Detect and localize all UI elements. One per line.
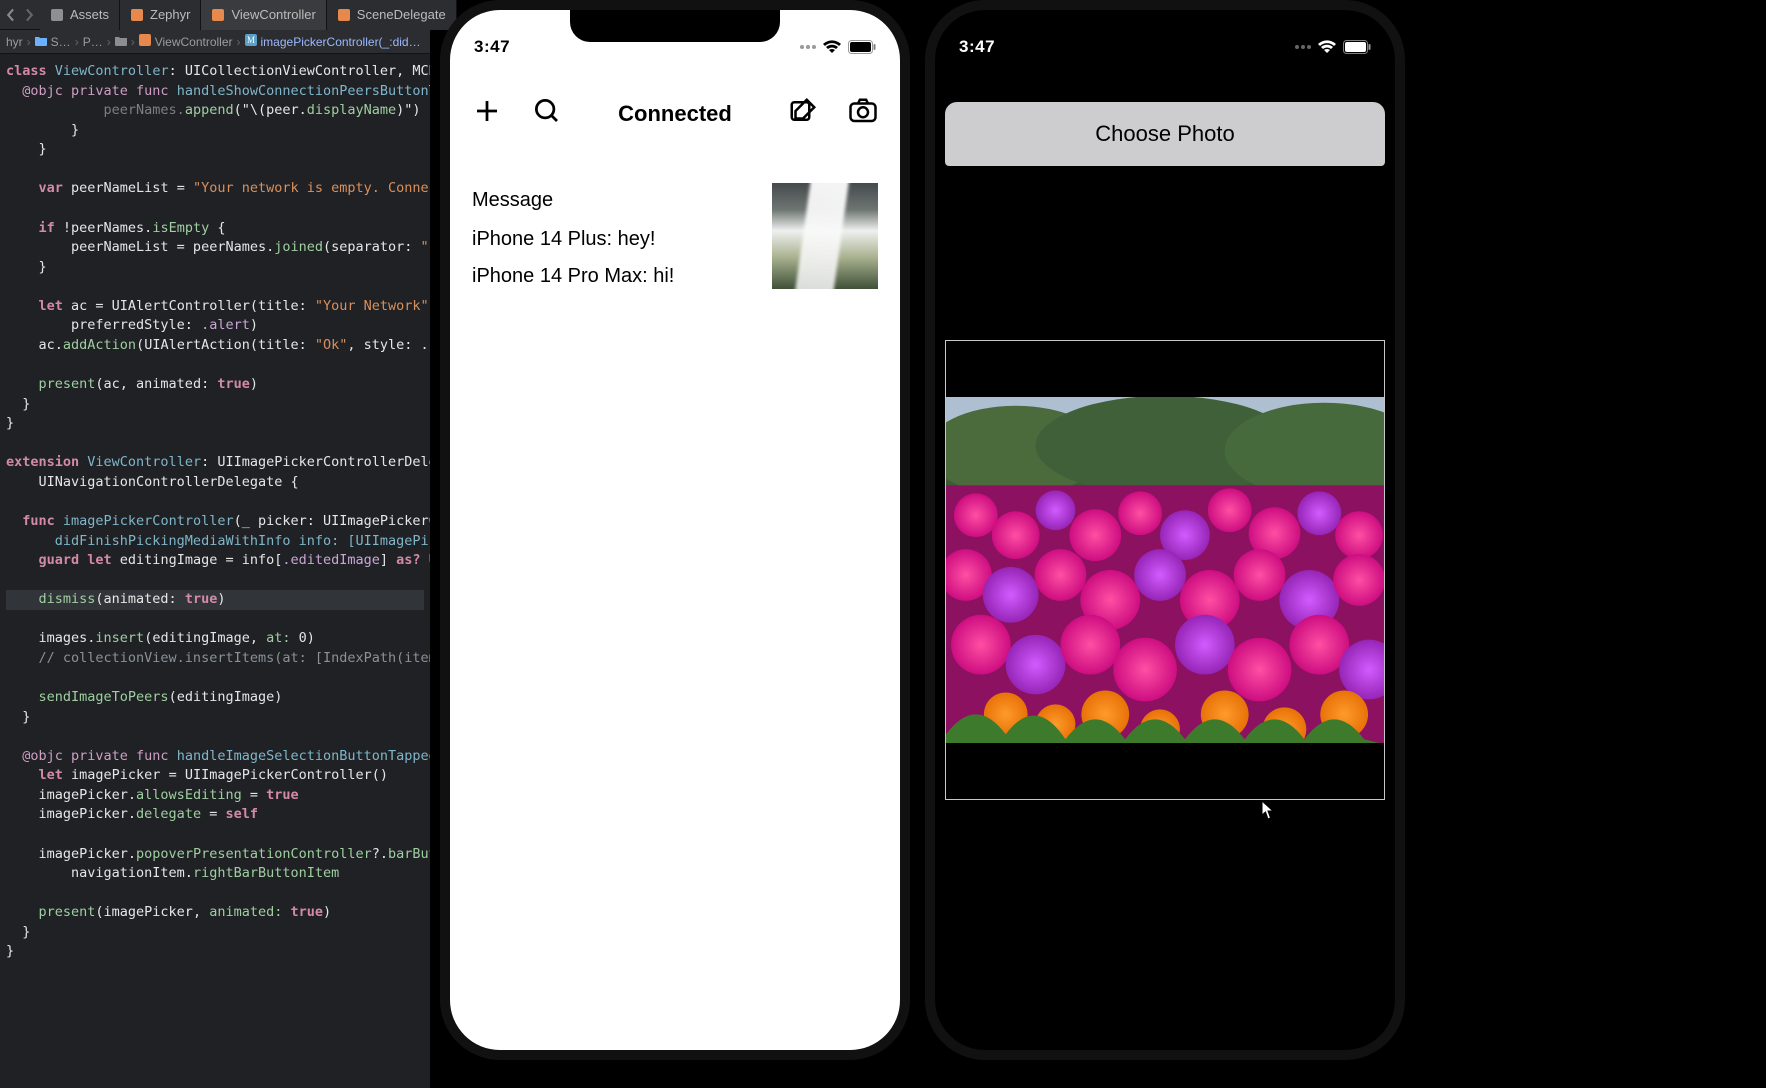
tab-viewcontroller[interactable]: ViewController	[201, 0, 326, 30]
status-icons	[1295, 40, 1371, 54]
simulator-phone-2: 3:47 Choose Photo	[925, 0, 1405, 1060]
swift-icon	[139, 34, 151, 49]
camera-icon[interactable]	[848, 96, 878, 131]
forward-icon[interactable]	[22, 8, 36, 22]
status-icons	[800, 40, 876, 54]
swift-icon	[211, 8, 225, 22]
breadcrumb-item[interactable]: hyr	[6, 35, 23, 49]
breadcrumb-item[interactable]: imagePickerController(_:did…	[261, 35, 421, 49]
status-time: 3:47	[474, 37, 510, 57]
swift-icon	[130, 8, 144, 22]
breadcrumb-item[interactable]: S…	[51, 35, 71, 49]
nav-title: Connected	[618, 101, 732, 127]
tab-zephyr[interactable]: Zephyr	[120, 0, 201, 30]
status-time: 3:47	[959, 37, 995, 57]
tab-assets[interactable]: Assets	[40, 0, 120, 30]
nav-bar: Connected	[450, 76, 900, 151]
phone-screen: 3:47 Choose Photo	[935, 10, 1395, 1050]
simulator-phone-1: 3:47	[440, 0, 910, 1060]
dynamic-island	[1090, 22, 1240, 56]
phone-screen: 3:47	[450, 10, 900, 1050]
breadcrumb-item[interactable]: ViewController	[155, 35, 233, 49]
message-content: Message iPhone 14 Plus: hey! iPhone 14 P…	[450, 151, 900, 340]
code-editor[interactable]: class ViewController: UICollectionViewCo…	[0, 54, 430, 1088]
search-icon[interactable]	[532, 96, 562, 131]
back-icon[interactable]	[4, 8, 18, 22]
svg-text:M: M	[247, 35, 255, 45]
image-thumbnail[interactable]	[772, 183, 878, 289]
battery-icon	[1343, 40, 1371, 54]
xcode-editor: Assets Zephyr ViewController SceneDelega…	[0, 0, 430, 1088]
mouse-cursor-icon	[1261, 800, 1275, 820]
breadcrumb-bar: hyr› S…› P…› › ViewController› M imagePi…	[0, 30, 430, 54]
method-icon: M	[245, 34, 257, 49]
stage: Assets Zephyr ViewController SceneDelega…	[0, 0, 1766, 1088]
tab-label: ViewController	[231, 7, 315, 22]
wifi-icon	[822, 40, 842, 54]
assets-icon	[50, 8, 64, 22]
choose-photo-label: Choose Photo	[1095, 121, 1234, 147]
folder-icon	[35, 35, 47, 49]
photo-crop-box[interactable]	[945, 340, 1385, 800]
folder-icon	[115, 35, 127, 49]
breadcrumb-item[interactable]: P…	[83, 35, 103, 49]
tab-label: SceneDelegate	[357, 7, 446, 22]
swift-icon	[337, 8, 351, 22]
battery-icon	[848, 40, 876, 54]
photo-preview	[946, 397, 1384, 743]
cellular-icon	[800, 45, 816, 49]
tab-label: Assets	[70, 7, 109, 22]
tab-scenedelegate[interactable]: SceneDelegate	[327, 0, 457, 30]
choose-photo-banner[interactable]: Choose Photo	[945, 102, 1385, 166]
cellular-icon	[1295, 45, 1311, 49]
compose-icon[interactable]	[788, 96, 818, 131]
tab-label: Zephyr	[150, 7, 190, 22]
add-icon[interactable]	[472, 96, 502, 131]
wifi-icon	[1317, 40, 1337, 54]
waterfall-image	[772, 183, 878, 289]
phone-notch	[570, 10, 780, 42]
nav-arrows	[0, 8, 40, 22]
editor-tab-bar: Assets Zephyr ViewController SceneDelega…	[0, 0, 430, 30]
